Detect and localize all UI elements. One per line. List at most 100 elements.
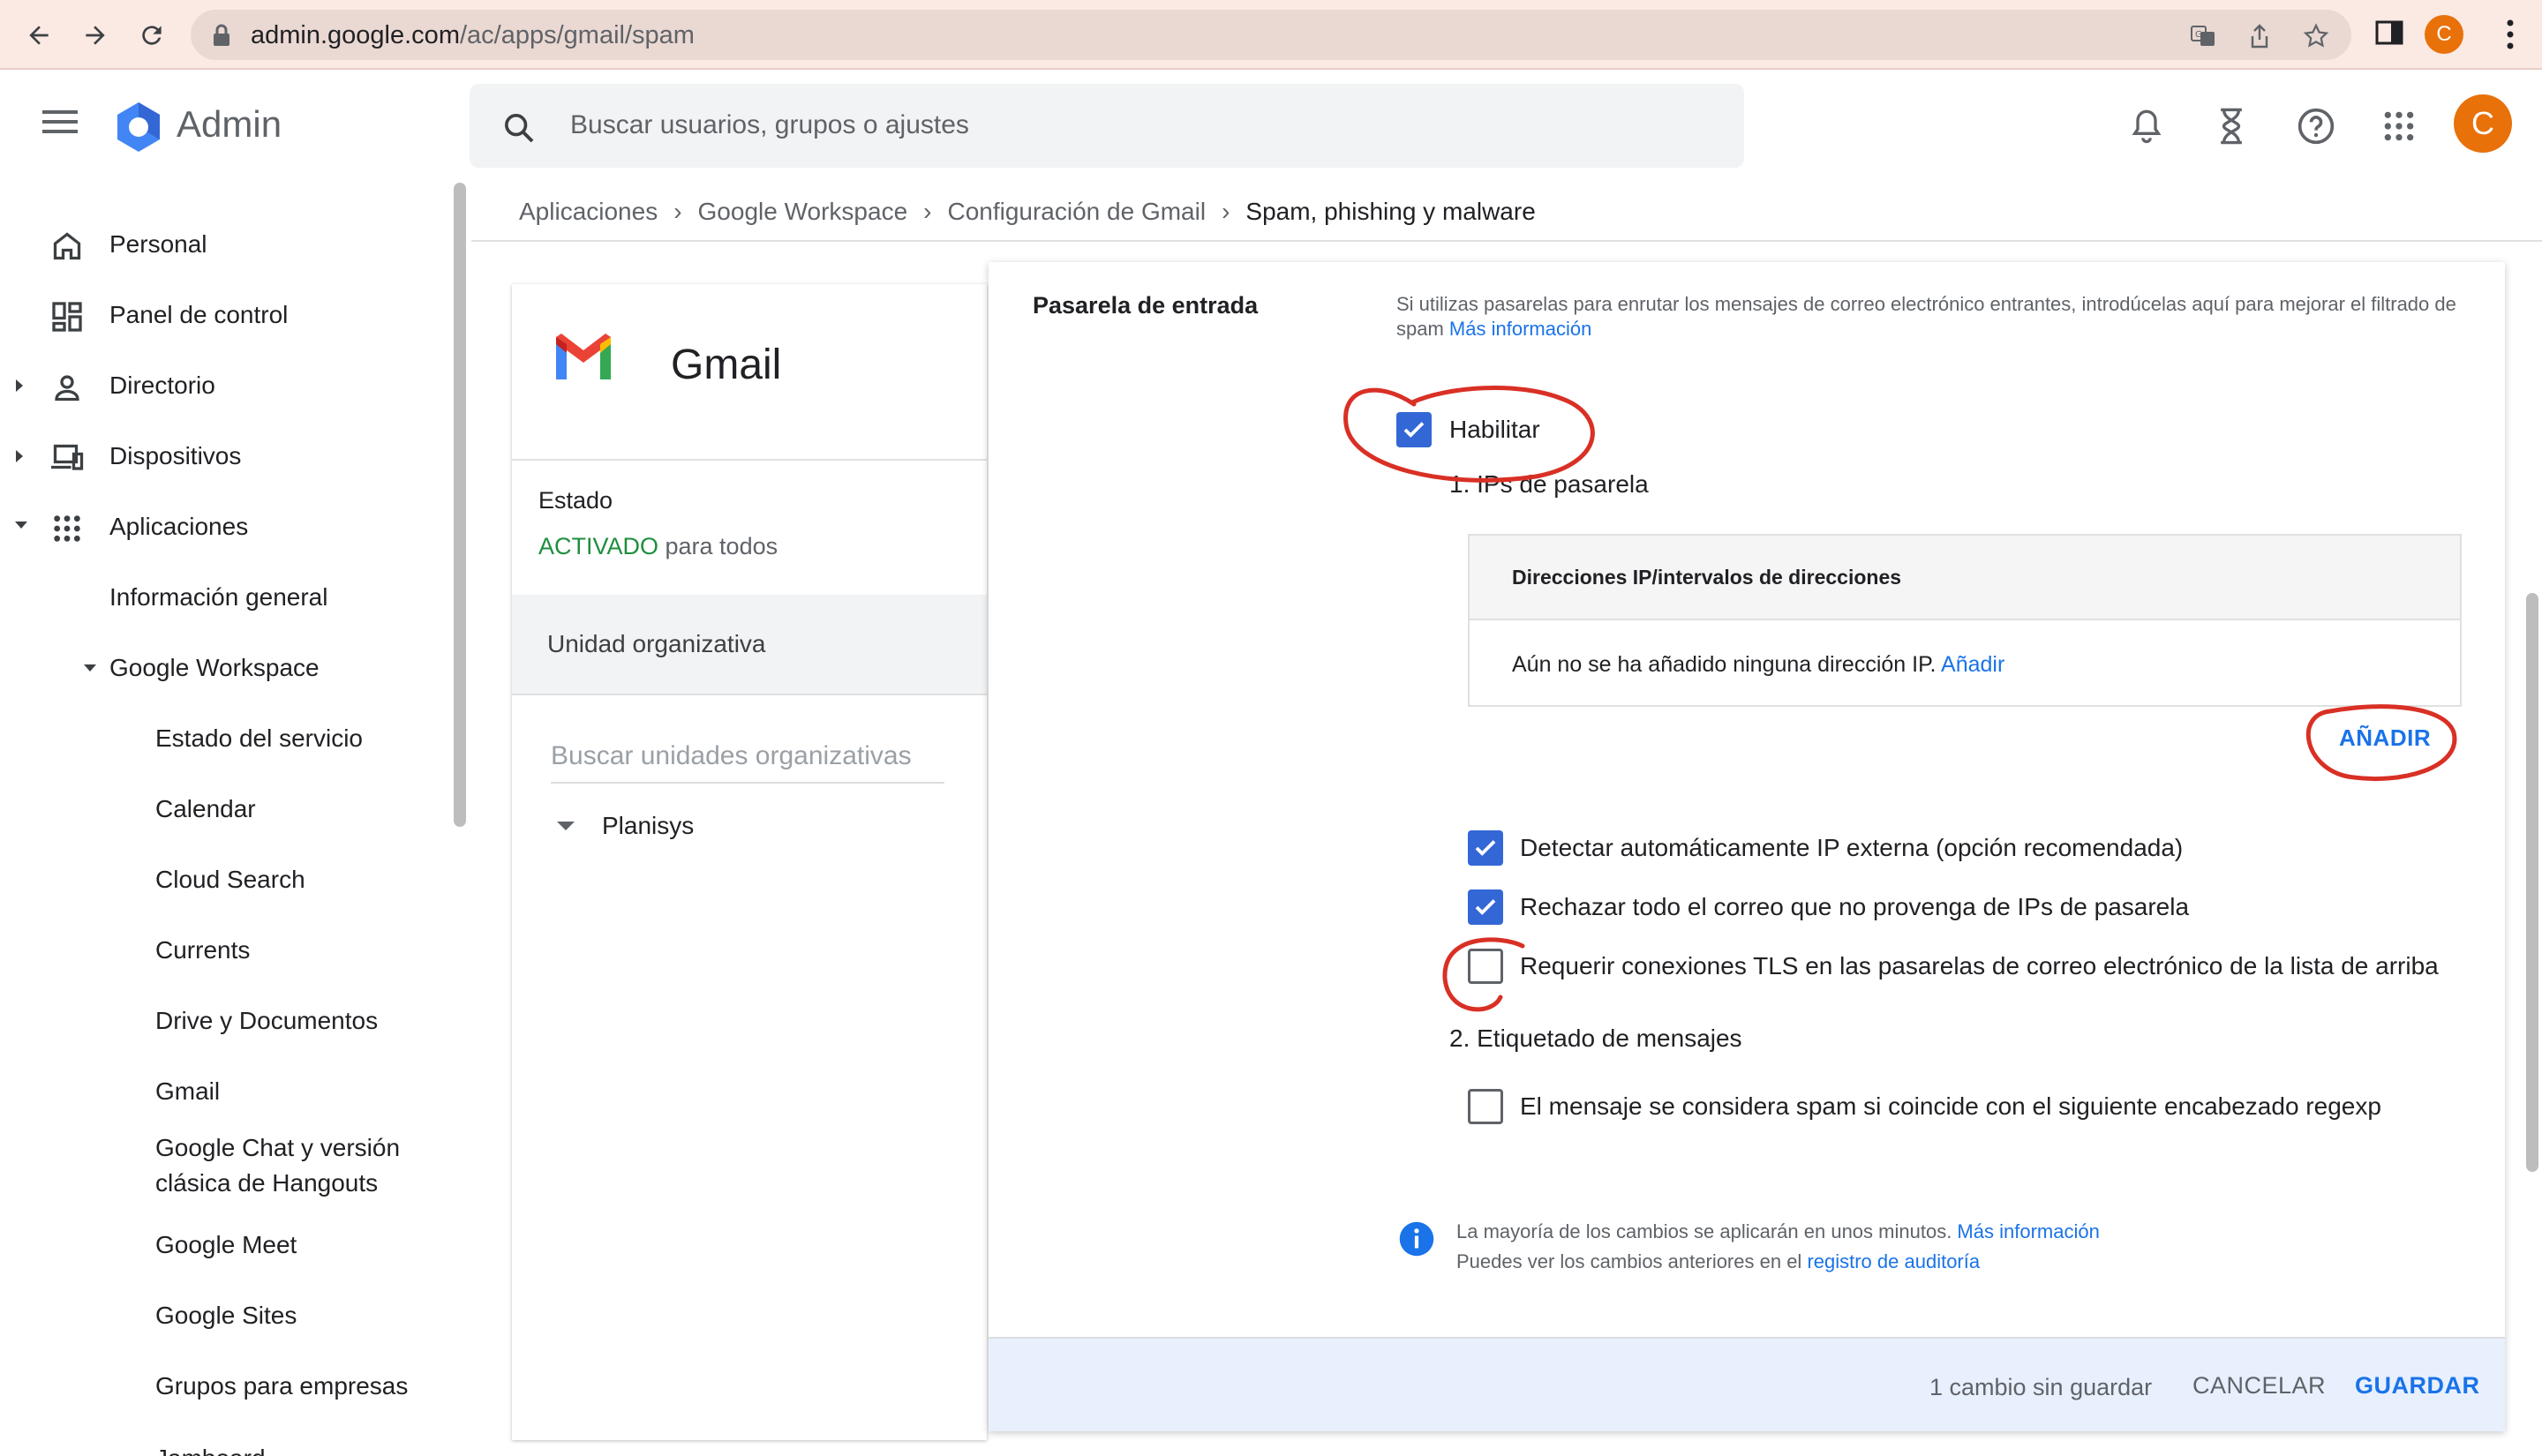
share-icon[interactable] [2245,22,2274,50]
person-icon [49,370,85,405]
save-button[interactable]: GUARDAR [2355,1372,2480,1400]
expand-arrow-icon[interactable] [14,449,25,463]
gateway-ips-heading: 1. IPs de pasarela [1449,470,1649,498]
tasks-button[interactable] [2210,105,2252,147]
translate-icon[interactable]: G [2189,22,2217,50]
sidebar-item-calendar[interactable]: Calendar [0,783,450,836]
forward-arrow-icon [86,26,105,45]
chevron-right-icon: › [1222,198,1230,225]
status-value[interactable]: ACTIVADO para todos [538,533,778,560]
auto-detect-ip-checkbox[interactable] [1468,830,1503,866]
ip-table-empty-row: Aún no se ha añadido ninguna dirección I… [1512,652,2005,677]
browser-menu-icon[interactable] [2503,18,2517,51]
sidebar-item-google-workspace[interactable]: Google Workspace [0,642,450,694]
more-info-link[interactable]: Más información [1449,318,1591,340]
divider [512,459,987,461]
info-message: La mayoría de los cambios se aplicarán e… [1456,1220,2100,1272]
chevron-right-icon: › [673,198,682,225]
address-bar[interactable]: admin.google.com/ac/apps/gmail/spam G [191,10,2351,60]
bookmark-star-icon[interactable] [2302,22,2330,50]
unsaved-changes-text: 1 cambio sin guardar [1929,1374,2153,1400]
auto-detect-ip-label: Detectar automáticamente IP externa (opc… [1520,834,2184,861]
require-tls-checkbox[interactable] [1468,949,1503,984]
section-title: Pasarela de entrada [1033,292,1259,319]
app-header: Admin C [0,70,2542,183]
org-unit-header: Unidad organizativa [512,595,987,694]
chevron-right-icon: › [923,198,932,225]
admin-logo-icon[interactable] [111,100,166,154]
org-unit-root[interactable]: Planisys [556,807,694,845]
reload-button[interactable] [131,14,173,56]
org-unit-name: Planisys [602,812,695,839]
sidebar-item-google-chat[interactable]: Google Chat y versión clásica de Hangout… [0,1125,450,1205]
reload-icon [142,26,162,45]
breadcrumb-google-workspace[interactable]: Google Workspace [698,198,908,226]
sidebar-item-drive-docs[interactable]: Drive y Documentos [0,994,450,1047]
save-bar: 1 cambio sin guardar CANCELAR GUARDAR [989,1337,2505,1431]
checkmark-icon [1403,422,1425,438]
sidebar-item-jamboard[interactable]: Jamboard [0,1430,450,1456]
breadcrumb-apps[interactable]: Aplicaciones [519,198,658,226]
more-info-link[interactable]: Más información [1957,1220,2099,1242]
sidebar-item-currents[interactable]: Currents [0,924,450,977]
sidebar-item-apps[interactable]: Aplicaciones [0,500,450,553]
sidebar-item-cloud-search[interactable]: Cloud Search [0,853,450,906]
sidepanel-icon[interactable] [2374,18,2404,48]
main-menu-icon[interactable] [42,109,78,135]
search-input[interactable] [570,103,1718,147]
sidebar-scrollbar[interactable] [454,183,466,827]
ip-table: Direcciones IP/intervalos de direcciones… [1468,534,2462,707]
ip-table-header: Direcciones IP/intervalos de direcciones [1470,536,2460,620]
back-button[interactable] [18,14,60,56]
org-unit-search[interactable] [551,734,944,784]
message-tagging-heading: 2. Etiquetado de mensajes [1449,1024,1742,1052]
regexp-spam-checkbox[interactable] [1468,1089,1503,1124]
sidebar-nav: Personal Panel de control Directorio Dis… [0,183,468,1456]
app-summary-card: Gmail Estado ACTIVADO para todos Unidad … [512,284,987,1440]
hourglass-icon [2221,108,2242,145]
lock-icon [214,24,229,46]
section-description: Si utilizas pasarelas para enrutar los m… [1396,293,2456,340]
status-scope-text: para todos [658,533,778,559]
sidebar-item-service-status[interactable]: Estado del servicio [0,712,450,765]
browser-profile-avatar[interactable]: C [2425,15,2463,54]
apps-launcher-button[interactable] [2378,105,2420,147]
app-name: Gmail [671,341,782,388]
account-avatar[interactable]: C [2454,94,2512,153]
gmail-logo-icon [556,334,611,379]
sidebar-item-google-meet[interactable]: Google Meet [0,1219,450,1272]
devices-icon [49,440,85,476]
page-scrollbar[interactable] [2526,593,2538,1172]
org-unit-search-input[interactable] [551,734,944,778]
add-ip-link[interactable]: Añadir [1941,652,2004,677]
enable-checkbox[interactable] [1396,412,1432,447]
sidebar-item-directory[interactable]: Directorio [0,359,450,412]
audit-log-link[interactable]: registro de auditoría [1807,1250,1980,1272]
bell-icon [2132,109,2162,144]
sidebar-item-overview[interactable]: Información general [0,571,450,624]
forward-button[interactable] [74,14,117,56]
collapse-arrow-icon[interactable] [556,820,575,832]
reject-non-gateway-checkbox[interactable] [1468,889,1503,925]
ip-column-header: Direcciones IP/intervalos de direcciones [1512,566,1902,589]
collapse-arrow-icon[interactable] [14,520,28,530]
sidebar-item-devices[interactable]: Dispositivos [0,430,450,483]
sidebar-item-personal[interactable]: Personal [0,218,450,271]
app-title[interactable]: Admin [177,103,282,146]
sidebar-item-groups[interactable]: Grupos para empresas [0,1360,450,1413]
help-button[interactable] [2295,105,2337,147]
add-ip-button[interactable]: AÑADIR [2339,724,2431,752]
collapse-arrow-icon[interactable] [83,663,97,673]
url-text: admin.google.com/ac/apps/gmail/spam [251,21,695,49]
sidebar-item-google-sites[interactable]: Google Sites [0,1289,450,1342]
search-box[interactable] [470,84,1744,168]
expand-arrow-icon[interactable] [14,379,25,393]
breadcrumb-gmail-settings[interactable]: Configuración de Gmail [947,198,1206,226]
sidebar-item-gmail[interactable]: Gmail [0,1065,450,1118]
sidebar-item-dashboard[interactable]: Panel de control [0,289,450,341]
regexp-spam-label: El mensaje se considera spam si coincide… [1520,1092,2381,1120]
breadcrumb-divider [471,240,2542,242]
svg-text:G: G [2195,30,2202,40]
cancel-button[interactable]: CANCELAR [2192,1372,2326,1400]
notifications-button[interactable] [2125,105,2168,147]
